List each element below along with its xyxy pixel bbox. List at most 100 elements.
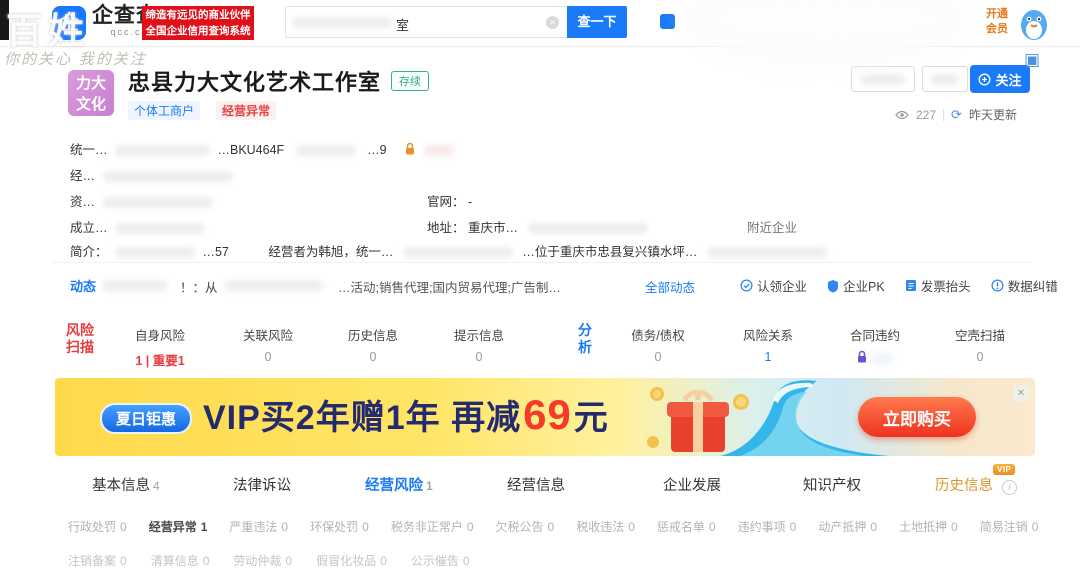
views-eye-icon (895, 110, 909, 120)
subtab-land-mortgage[interactable]: 土地抵押0 (899, 518, 958, 535)
tab-history-info[interactable]: 历史信息 VIP i (935, 474, 1017, 495)
credit-code-label: 统一… (70, 143, 108, 157)
credit-code-value: …BKU464F (217, 143, 284, 157)
station-watermark: 百姓 (6, 2, 90, 54)
tab-company-development[interactable]: 企业发展 (663, 474, 721, 495)
search-clear-icon[interactable]: ✕ (546, 16, 559, 29)
status-badge: 存续 (391, 71, 429, 91)
search-button[interactable]: 查一下 (567, 6, 627, 38)
subtab-public-notice[interactable]: 公示催告0 (411, 552, 470, 569)
section-divider (52, 262, 1032, 263)
analysis-item-relation[interactable]: 风险关系 1 (723, 325, 813, 364)
risk-item-related[interactable]: 关联风险 0 (223, 325, 313, 364)
follow-button[interactable]: 关注 (970, 65, 1030, 93)
buy-now-button[interactable]: 立即购买 (858, 397, 976, 437)
subtab-abnormal-operation[interactable]: 经营异常1 (149, 518, 208, 535)
website-label: 官网： (427, 195, 465, 209)
subtab-breach-items[interactable]: 违约事项0 (738, 518, 797, 535)
vip-badge: VIP (993, 464, 1015, 475)
analysis-item-contract[interactable]: 合同违约 (830, 325, 920, 365)
dynamics-label: 动态 (70, 276, 96, 295)
subtab-chattel-mortgage[interactable]: 动产抵押0 (818, 518, 877, 535)
risk-item-history[interactable]: 历史信息 0 (328, 325, 418, 364)
mini-app-icon[interactable] (660, 14, 675, 29)
update-time: 昨天更新 (969, 106, 1017, 123)
subtab-abnormal-taxpayer[interactable]: 税务非正常户0 (391, 518, 474, 535)
subtab-cancellation-record[interactable]: 注销备案0 (68, 552, 127, 569)
company-name: 忠县力大文化艺术工作室 (128, 65, 381, 97)
page-root: 企 企查查 qcc.com 缔造有远见的商业伙伴 全国企业信用查询系统 室 ✕ … (0, 0, 1080, 584)
tab-intellectual-property[interactable]: 知识产权 (803, 474, 861, 495)
view-count: 227 (916, 108, 936, 122)
lock-icon[interactable] (404, 142, 416, 156)
all-dynamics-link[interactable]: 全部动态 (645, 277, 695, 296)
data-correction-link[interactable]: 数据纠错 (991, 276, 1058, 295)
analysis-item-debt[interactable]: 债务/债权 0 (613, 325, 703, 364)
divider (943, 109, 944, 121)
tab-operation-info[interactable]: 经营信息 (507, 474, 565, 495)
alert-circle-icon (991, 279, 1004, 292)
company-pk-link[interactable]: 企业PK (827, 276, 885, 295)
tab-legal[interactable]: 法律诉讼 (233, 474, 291, 495)
risk-item-self[interactable]: 自身风险 1 | 重要1 (115, 325, 205, 369)
nearby-companies-link[interactable]: 附近企业 (747, 221, 797, 235)
invoice-title-link[interactable]: 发票抬头 (905, 276, 971, 295)
slogan-line2: 全国企业信用查询系统 (142, 23, 254, 39)
tab-basic-info[interactable]: 基本信息4 (92, 474, 160, 495)
intro-fragment-right: 经营者为韩旭，统一… (268, 245, 393, 259)
subtab-env-penalty[interactable]: 环保处罚0 (310, 518, 369, 535)
subtab-tax-arrears[interactable]: 欠税公告0 (496, 518, 555, 535)
shield-icon (827, 279, 839, 293)
brand-slogan-badge: 缔造有远见的商业伙伴 全国企业信用查询系统 (142, 6, 254, 40)
top-header: 企 企查查 qcc.com 缔造有远见的商业伙伴 全国企业信用查询系统 室 ✕ … (0, 0, 1080, 47)
refresh-icon[interactable]: ⟳ (951, 107, 962, 123)
analysis-title: 分 析 (578, 322, 592, 356)
capital-label: 资… (70, 195, 95, 209)
subtab-simple-cancellation[interactable]: 简易注销0 (980, 518, 1039, 535)
dynamics-fragment-b: …活动;销售代理;国内贸易代理;广告制… (338, 277, 561, 296)
intro-fragment-left: …57 (202, 245, 228, 259)
info-icon: i (1002, 480, 1017, 495)
dynamics-fragment-a: ！：从 (180, 277, 218, 296)
subtab-liquidation-info[interactable]: 清算信息0 (151, 552, 210, 569)
subtab-admin-penalty[interactable]: 行政处罚0 (68, 518, 127, 535)
entity-type-tag[interactable]: 个体工商户 (128, 101, 200, 120)
claim-badge-icon (740, 279, 753, 292)
qr-code-icon[interactable]: ▣ (1024, 50, 1040, 70)
discount-amount: 69 (523, 391, 572, 439)
banner-close-icon[interactable]: ✕ (1013, 386, 1029, 402)
risk-item-hint[interactable]: 提示信息 0 (434, 325, 524, 364)
analysis-item-shell[interactable]: 空壳扫描 0 (935, 325, 1025, 364)
intro-fragment-right2: …位于重庆市忠县复兴镇水坪… (522, 245, 697, 259)
mascot-icon[interactable] (1016, 4, 1052, 47)
subtab-labor-arbitration[interactable]: 劳动仲裁0 (233, 552, 292, 569)
subtab-tax-violation[interactable]: 税收违法0 (576, 518, 635, 535)
company-logo: 力大 文化 (68, 70, 114, 116)
note-button[interactable] (922, 66, 968, 92)
abnormal-operation-tag[interactable]: 经营异常 (216, 101, 276, 120)
subtab-serious-violation[interactable]: 严重违法0 (229, 518, 288, 535)
gift-box-graphic (643, 380, 755, 456)
subtab-discipline-list[interactable]: 惩戒名单0 (657, 518, 716, 535)
subtab-counterfeit-cosmetics[interactable]: 假冒化妆品0 (316, 552, 387, 569)
search-input[interactable]: 室 ✕ (285, 6, 567, 38)
invoice-icon (905, 279, 917, 292)
promo-badge: 夏日钜惠 (100, 403, 192, 434)
follow-icon (978, 73, 991, 86)
action-button-blurred-1[interactable] (851, 66, 915, 92)
open-vip-link[interactable]: 开通 会员 (986, 7, 1008, 37)
tab-operation-risk[interactable]: 经营风险1 (365, 474, 433, 495)
vip-promo-banner[interactable]: 夏日钜惠 VIP买2年赠1年 再减 69 元 立即购买 ✕ (55, 378, 1035, 456)
website-value: - (468, 195, 472, 209)
address-label: 地址： (427, 221, 465, 235)
operator-label: 经… (70, 169, 95, 183)
intro-label: 简介： (70, 245, 108, 259)
claim-company-link[interactable]: 认领企业 (740, 276, 807, 295)
slogan-line1: 缔造有远见的商业伙伴 (142, 7, 254, 23)
address-value: 重庆市… (468, 221, 518, 235)
blurred-region (700, 0, 950, 50)
established-label: 成立… (70, 221, 108, 235)
phone-value: …9 (367, 143, 386, 157)
watermark-slogan: 你的关心 我的关注 (4, 48, 147, 69)
risk-scan-title: 风险 扫描 (66, 322, 94, 356)
